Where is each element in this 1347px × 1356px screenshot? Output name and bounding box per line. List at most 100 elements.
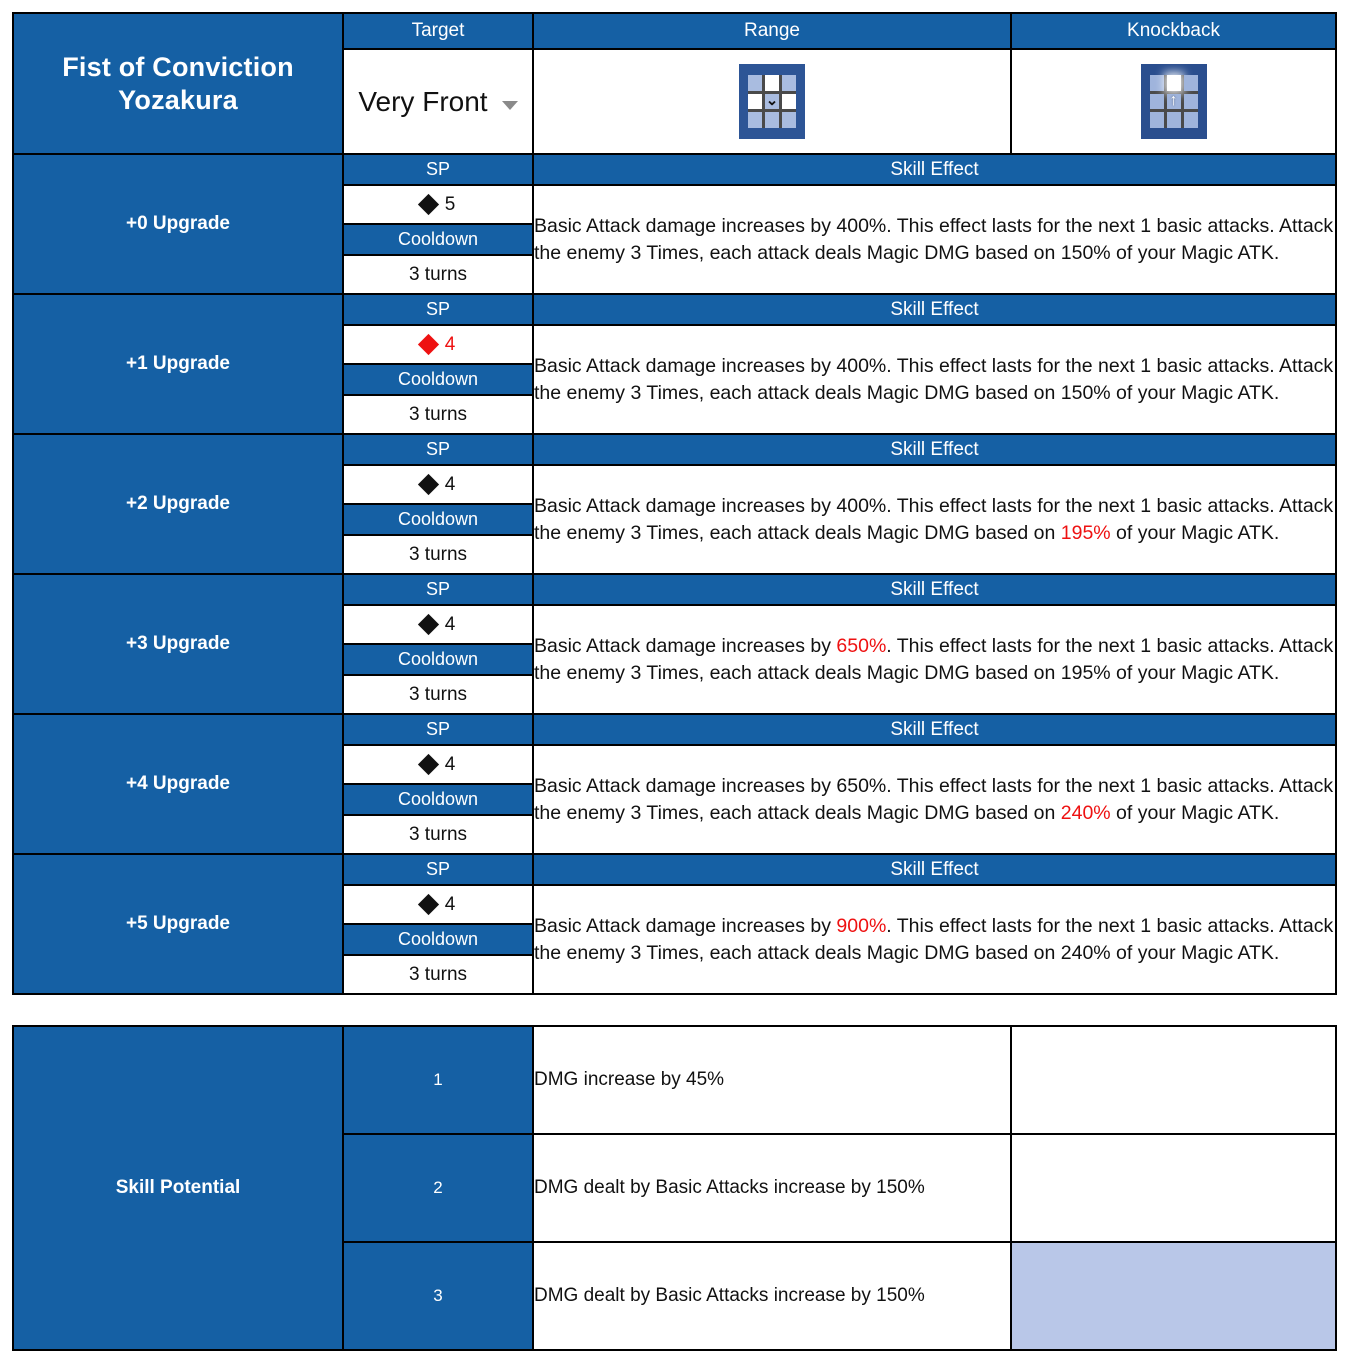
cooldown-value: 3 turns	[342, 814, 534, 855]
grid-cell	[748, 75, 762, 91]
skill-effect-text: Basic Attack damage increases by 400%. T…	[532, 324, 1337, 435]
skill-effect-text: Basic Attack damage increases by 650%. T…	[532, 744, 1337, 855]
cooldown-value: 3 turns	[342, 674, 534, 715]
effect-text: Basic Attack damage increases by	[534, 634, 837, 657]
sp-header: SP	[342, 153, 534, 186]
sp-diamond-icon	[417, 333, 439, 355]
potential-extra-cell	[1010, 1025, 1337, 1135]
upgrade-row: +0 Upgrade SP Skill Effect	[12, 153, 1337, 295]
sp-header: SP	[342, 713, 534, 746]
skill-effect-text: Basic Attack damage increases by 400%. T…	[532, 184, 1337, 295]
skill-potential-body: Skill Potential 1 DMG increase by 45% 2 DMG …	[12, 1025, 1337, 1351]
upgrade-name: +5 Upgrade	[12, 853, 344, 995]
sp-diamond-icon	[417, 613, 439, 635]
upgrade-name: +1 Upgrade	[12, 293, 344, 435]
grid-cell	[782, 75, 796, 91]
grid-cell	[748, 112, 762, 128]
sp-value-cell: 4	[342, 324, 534, 365]
skill-title: Fist of Conviction Yozakura	[12, 12, 344, 155]
highlight-value: 195%	[1060, 521, 1111, 544]
sp-value: 4	[444, 333, 456, 355]
upgrade-name: +0 Upgrade	[12, 153, 344, 295]
sp-value: 5	[444, 193, 456, 215]
cooldown-value: 3 turns	[342, 954, 534, 995]
sp-value-cell: 4	[342, 604, 534, 645]
target-value: Very Front	[358, 85, 488, 117]
knockback-grid-icon: ↑	[1140, 64, 1207, 139]
skill-effect-header: Skill Effect	[532, 153, 1337, 186]
chevron-down-icon[interactable]	[501, 100, 518, 110]
sp-header: SP	[342, 853, 534, 886]
potential-description: DMG increase by 45%	[532, 1025, 1012, 1135]
grid-cell	[1166, 112, 1181, 128]
grid-cell	[1149, 112, 1164, 128]
upgrade-row: +4 Upgrade SP Skill Effect	[12, 713, 1337, 855]
sp-value-cell: 4	[342, 744, 534, 785]
sp-header: SP	[342, 573, 534, 606]
sp-value-cell: 5	[342, 184, 534, 225]
range-icon-cell: ⌄	[532, 48, 1012, 155]
skill-potential-table: Skill Potential 1 DMG increase by 45% 2 DMG …	[12, 1025, 1337, 1351]
range-grid-icon: ⌄	[739, 64, 805, 139]
skill-table-body: Fist of Conviction Yozakura Target Range…	[12, 12, 1337, 995]
cooldown-header: Cooldown	[342, 923, 534, 956]
cooldown-header: Cooldown	[342, 503, 534, 536]
sp-header: SP	[342, 293, 534, 326]
knockback-direction-icon: ↑	[1169, 92, 1178, 109]
effect-text: of your Magic ATK.	[1110, 521, 1280, 544]
range-direction-icon: ⌄	[765, 92, 779, 109]
potential-row: Skill Potential 1 DMG increase by 45%	[12, 1025, 1337, 1351]
character-name: Yozakura	[118, 84, 238, 115]
upgrade-name: +4 Upgrade	[12, 713, 344, 855]
grid-cell	[765, 75, 779, 91]
skill-table: Fist of Conviction Yozakura Target Range…	[12, 12, 1337, 995]
effect-text: of your Magic ATK.	[1110, 801, 1280, 824]
highlight-value: 650%	[836, 634, 887, 657]
upgrade-row: +2 Upgrade SP Skill Effect	[12, 433, 1337, 575]
skill-effect-text: Basic Attack damage increases by 400%. T…	[532, 464, 1337, 575]
potential-extra-cell	[1010, 1241, 1337, 1351]
effect-text: Basic Attack damage increases by 400%. T…	[534, 354, 1334, 404]
sp-diamond-icon	[417, 473, 439, 495]
grid-cell	[1183, 112, 1198, 128]
upgrade-row: +1 Upgrade SP Skill Effect	[12, 293, 1337, 435]
skill-info-page: Fist of Conviction Yozakura Target Range…	[0, 0, 1347, 1356]
skill-header-row: Fist of Conviction Yozakura Target Range…	[12, 12, 1337, 155]
skill-name: Fist of Conviction	[62, 51, 294, 82]
potential-level: 1	[342, 1025, 534, 1135]
grid-cell	[1149, 75, 1164, 91]
target-value-cell[interactable]: Very Front	[342, 48, 534, 155]
potential-level: 3	[342, 1241, 534, 1351]
upgrade-row: +5 Upgrade SP Skill Effect	[12, 853, 1337, 995]
cooldown-value: 3 turns	[342, 534, 534, 575]
target-header: Target	[342, 12, 534, 50]
upgrade-row: +3 Upgrade SP Skill Effect	[12, 573, 1337, 715]
sp-value: 4	[444, 473, 456, 495]
knockback-header: Knockback	[1010, 12, 1337, 50]
effect-text: Basic Attack damage increases by	[534, 914, 837, 937]
skill-effect-header: Skill Effect	[532, 573, 1337, 606]
highlight-value: 900%	[836, 914, 887, 937]
skill-effect-header: Skill Effect	[532, 713, 1337, 746]
skill-effect-header: Skill Effect	[532, 433, 1337, 466]
cooldown-header: Cooldown	[342, 363, 534, 396]
highlight-value: 240%	[1060, 801, 1111, 824]
potential-description: DMG dealt by Basic Attacks increase by 1…	[532, 1133, 1012, 1243]
skill-effect-header: Skill Effect	[532, 853, 1337, 886]
cooldown-header: Cooldown	[342, 223, 534, 256]
range-header: Range	[532, 12, 1012, 50]
sp-value: 4	[444, 893, 456, 915]
sp-value-cell: 4	[342, 884, 534, 925]
skill-effect-text: Basic Attack damage increases by 650%. T…	[532, 604, 1337, 715]
grid-cell	[1166, 75, 1181, 91]
skill-effect-text: Basic Attack damage increases by 900%. T…	[532, 884, 1337, 995]
grid-cell	[765, 112, 779, 128]
potential-description: DMG dealt by Basic Attacks increase by 1…	[532, 1241, 1012, 1351]
sp-value-cell: 4	[342, 464, 534, 505]
skill-effect-header: Skill Effect	[532, 293, 1337, 326]
grid-cell	[782, 112, 796, 128]
skill-potential-label: Skill Potential	[12, 1025, 344, 1351]
cooldown-value: 3 turns	[342, 394, 534, 435]
knockback-icon-cell: ↑	[1010, 48, 1337, 155]
upgrade-name: +3 Upgrade	[12, 573, 344, 715]
